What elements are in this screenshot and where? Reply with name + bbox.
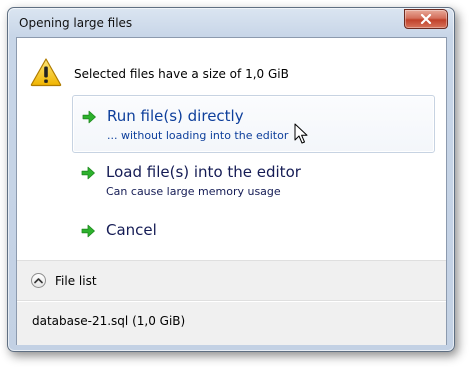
command-note: ... without loading into the editor — [107, 129, 289, 142]
content-message: Selected files have a size of 1,0 GiB — [74, 67, 289, 81]
run-directly-command[interactable]: Run file(s) directly ... without loading… — [72, 95, 435, 153]
command-note: Can cause large memory usage — [106, 185, 281, 198]
close-icon — [420, 14, 432, 24]
file-list-text: database-21.sql (1,0 GiB) — [32, 314, 186, 328]
window-title: Opening large files — [19, 16, 133, 30]
green-arrow-icon — [82, 110, 96, 124]
command-label: Cancel — [106, 221, 157, 239]
load-into-editor-command[interactable]: Load file(s) into the editor Can cause l… — [72, 160, 433, 204]
close-button[interactable] — [404, 9, 448, 29]
chevron-up-icon — [34, 278, 43, 284]
command-label: Run file(s) directly — [107, 107, 244, 125]
green-arrow-icon — [81, 224, 95, 238]
dialog-content: Selected files have a size of 1,0 GiB Ru… — [16, 37, 447, 345]
cancel-command[interactable]: Cancel — [72, 218, 433, 244]
warning-icon — [30, 58, 62, 87]
expando-label: File list — [55, 274, 97, 288]
dialog-footer: File list database-21.sql (1,0 GiB) — [17, 260, 446, 345]
title-bar[interactable]: Opening large files — [8, 8, 454, 36]
dialog-window: Opening large files Selected files have … — [7, 7, 455, 352]
mouse-cursor-icon — [294, 123, 308, 144]
footer-divider — [17, 300, 446, 302]
command-label: Load file(s) into the editor — [106, 163, 301, 181]
file-list-expando[interactable]: File list — [31, 271, 131, 291]
green-arrow-icon — [81, 166, 95, 180]
expando-button[interactable] — [31, 273, 46, 288]
